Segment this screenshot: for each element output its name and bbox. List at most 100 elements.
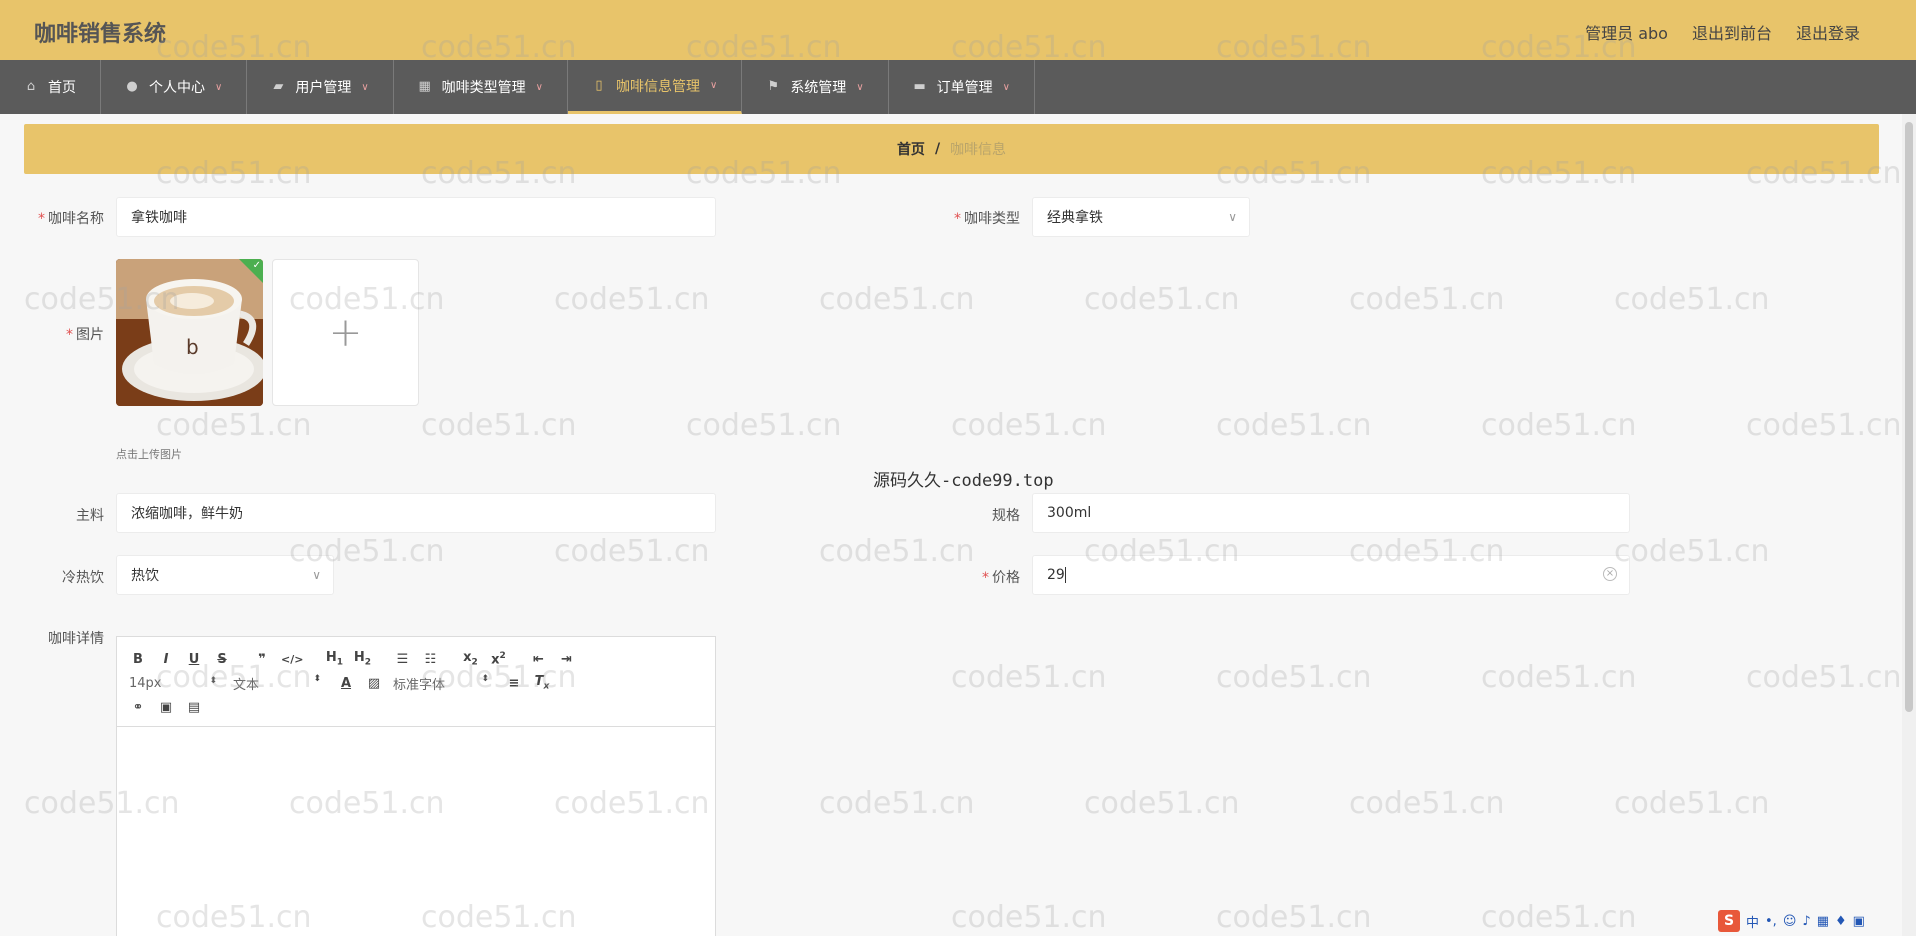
required-mark: * [66,327,73,343]
skin-icon[interactable]: ♦ [1835,914,1847,929]
user-icon: ● [126,79,138,94]
spec-label: 规格 [992,508,1020,524]
watermark-text: code51.cn [1614,786,1770,821]
toolbox-icon[interactable]: ▣ [1853,914,1865,929]
watermark-text: code51.cn [1349,282,1505,317]
watermark-text: code51.cn [1481,900,1637,935]
temperature-value: 热饮 [131,568,159,584]
quote-button[interactable]: ❞ [253,652,271,667]
thumbs-icon: ▰ [273,79,284,94]
front-end-link[interactable]: 退出到前台 [1692,20,1772,44]
watermark-text: code51.cn [951,408,1107,443]
ingredients-input[interactable]: 浓缩咖啡，鲜牛奶 [116,493,716,533]
coffee-type-select[interactable]: 经典拿铁 ∨ [1032,197,1250,237]
price-input[interactable]: 29 × [1032,555,1630,595]
required-mark: * [982,570,989,586]
nav-item-home[interactable]: ⌂ 首页 [0,60,101,114]
logout-link[interactable]: 退出登录 [1796,20,1860,44]
coffee-name-label: * 咖啡名称 [38,211,104,227]
font-color-button[interactable]: A [337,676,355,691]
coffee-name-input[interactable]: 拿铁咖啡 [116,197,716,237]
nav-item-profile[interactable]: ● 个人中心 ∨ [101,60,248,114]
spec-input[interactable]: 300ml [1032,493,1630,533]
video-icon[interactable]: ▤ [185,700,203,715]
ime-mode-label[interactable]: 中 [1746,912,1759,931]
sogou-icon[interactable]: S [1718,910,1740,932]
breadcrumb-current: 咖啡信息 [950,142,1007,158]
mobile-icon: ▯ [595,77,603,93]
link-icon[interactable]: ⚭ [129,700,147,715]
nav-item-label: 咖啡信息管理 [615,78,700,95]
watermark-text: code51.cn [1216,660,1372,695]
admin-user-label: 管理员 abo [1585,24,1668,43]
required-mark: * [954,211,961,227]
font-family-select[interactable]: 标准字体 ⬍ [393,674,489,693]
watermark-text: code51.cn [686,408,842,443]
ordered-list-button[interactable]: ☰ [393,652,411,667]
temperature-select[interactable]: 热饮 ∨ [116,555,334,595]
heading1-button[interactable]: H1 [325,650,343,668]
outdent-button[interactable]: ⇤ [529,652,547,667]
plus-icon: + [328,309,363,356]
app-title: 咖啡销售系统 [34,22,167,47]
watermark-text: code51.cn [1481,660,1637,695]
keyboard-icon[interactable]: ▦ [1817,914,1829,929]
rich-text-editor: B I U S ❞ </> H1 H2 ☰ ☷ x2 x2 ⇤ ⇥ 14px ⬍ … [116,636,716,936]
page-scrollbar[interactable] [1902,114,1916,936]
microphone-icon[interactable]: ♪ [1802,914,1810,929]
align-button[interactable]: ≡ [505,676,523,691]
font-size-select[interactable]: 14px ⬍ [129,676,217,691]
breadcrumb-separator: / [934,141,941,157]
code-button[interactable]: </> [281,653,303,666]
italic-button[interactable]: I [157,652,175,667]
heading2-button[interactable]: H2 [353,650,371,668]
nav-item-coffee-info[interactable]: ▯ 咖啡信息管理 ∨ [567,60,743,114]
paragraph-select[interactable]: 文本 ⬍ [233,674,321,693]
chevron-down-icon: ∨ [535,81,543,93]
watermark-text: code51.cn [1746,408,1902,443]
watermark-text: code51.cn [1349,786,1505,821]
watermark-text: code51.cn [1481,408,1637,443]
nav-item-label: 首页 [48,80,76,96]
image-icon[interactable]: ▣ [157,700,175,715]
watermark-text: code51.cn [1216,900,1372,935]
nav-item-orders[interactable]: ▬ 订单管理 ∨ [889,60,1035,114]
clear-format-button[interactable]: Tx [533,674,551,692]
nav-item-coffee-types[interactable]: ▦ 咖啡类型管理 ∨ [394,60,568,114]
editor-content-area[interactable] [117,727,715,936]
breadcrumb-home[interactable]: 首页 [897,139,925,159]
watermark-text: code51.cn [421,408,577,443]
coffee-type-label: * 咖啡类型 [954,211,1020,227]
uploaded-coffee-image[interactable]: b ✓ [116,259,263,406]
chevron-down-icon: ∨ [215,81,223,93]
watermark-text: code51.cn [1084,282,1240,317]
coffee-type-value: 经典拿铁 [1047,210,1103,226]
nav-item-label: 咖啡类型管理 [441,80,526,96]
price-value: 29 [1047,567,1065,583]
scrollbar-thumb[interactable] [1905,122,1913,712]
watermark-text: code51.cn [1746,660,1902,695]
watermark-text: code51.cn [156,408,312,443]
punctuation-icon[interactable]: •, [1765,914,1777,929]
watermark-text: code51.cn [554,282,710,317]
nav-item-users[interactable]: ▰ 用户管理 ∨ [247,60,394,114]
bold-button[interactable]: B [129,652,147,667]
superscript-button[interactable]: x2 [489,651,507,667]
underline-button[interactable]: U [185,652,203,667]
chevron-down-icon: ∨ [709,80,718,91]
add-image-button[interactable]: + [272,259,419,406]
bullet-list-button[interactable]: ☷ [421,652,439,667]
subscript-button[interactable]: x2 [461,650,479,668]
indent-button[interactable]: ⇥ [557,652,575,667]
svg-text:b: b [186,335,199,359]
text-cursor [1064,567,1066,583]
background-color-button[interactable]: ▨ [365,676,383,691]
strike-button[interactable]: S [213,652,231,667]
watermark-text: code51.cn [819,282,975,317]
nav-item-label: 系统管理 [790,80,847,96]
clear-icon[interactable]: × [1603,567,1617,581]
nav-item-system[interactable]: ⚑ 系统管理 ∨ [742,60,889,114]
editor-toolbar: B I U S ❞ </> H1 H2 ☰ ☷ x2 x2 ⇤ ⇥ 14px ⬍ … [117,637,715,727]
temperature-label: 冷热饮 [62,570,104,586]
emoji-icon[interactable]: ☺ [1783,914,1797,929]
